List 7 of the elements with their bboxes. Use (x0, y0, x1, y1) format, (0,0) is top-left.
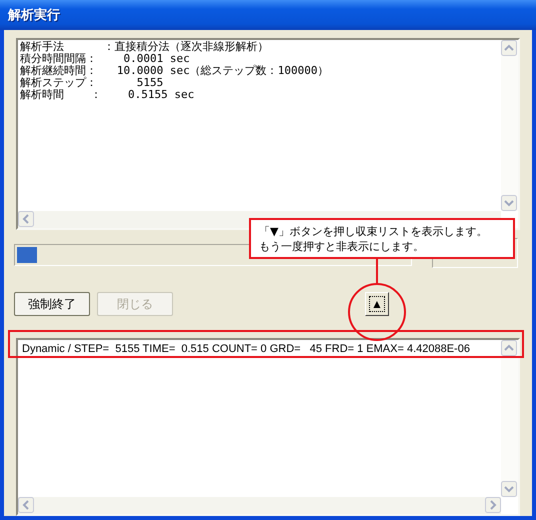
log-line: 解析手法 ：直接積分法（逐次非線形解析） (20, 41, 270, 53)
log-line: 解析時間 ： 0.5155 sec (20, 89, 196, 101)
log-line: 解析継続時間： 10.0000 sec（総ステップ数：100000） (20, 65, 330, 77)
log-line: 解析ステップ： 5155 (20, 77, 164, 89)
window-title: 解析実行 (8, 6, 60, 24)
log-line: 積分時間間隔： 0.0001 sec (20, 53, 191, 65)
callout-text: もう一度押すと非表示にします。 (259, 239, 425, 254)
